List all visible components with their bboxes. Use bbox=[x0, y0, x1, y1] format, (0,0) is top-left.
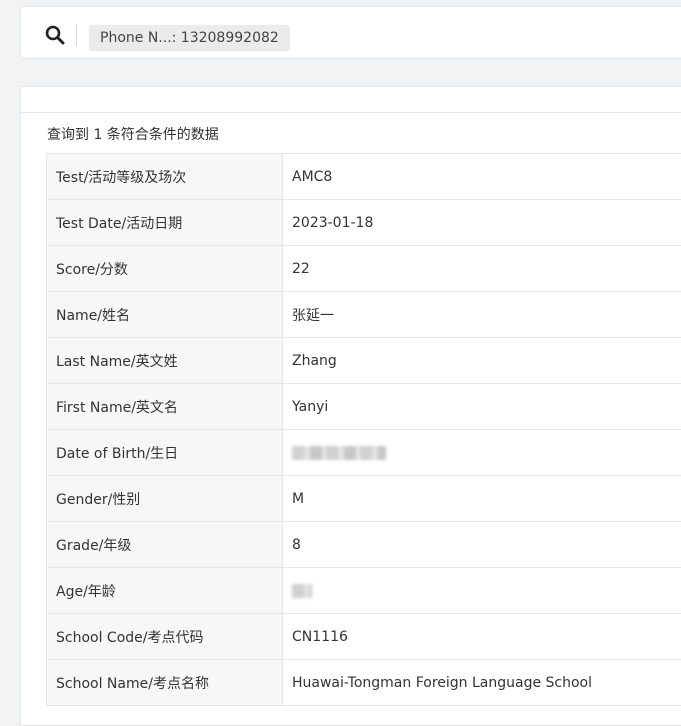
search-divider bbox=[76, 24, 77, 46]
field-value: Huawai-Tongman Foreign Language School bbox=[283, 660, 681, 706]
field-label: Name/姓名 bbox=[47, 292, 283, 338]
field-label: School Code/考点代码 bbox=[47, 614, 283, 660]
table-row: Date of Birth/生日 bbox=[47, 430, 681, 476]
table-row: First Name/英文名Yanyi bbox=[47, 384, 681, 430]
field-label: Date of Birth/生日 bbox=[47, 430, 283, 476]
panel-header bbox=[21, 87, 681, 113]
field-value: CN1116 bbox=[283, 614, 681, 660]
result-summary: 查询到 1 条符合条件的数据 bbox=[47, 124, 219, 144]
field-value: Yanyi bbox=[283, 384, 681, 430]
search-icon[interactable] bbox=[45, 25, 65, 45]
table-row: Gender/性别M bbox=[47, 476, 681, 522]
table-row: Score/分数22 bbox=[47, 246, 681, 292]
field-label: Age/年龄 bbox=[47, 568, 283, 614]
field-value: M bbox=[283, 476, 681, 522]
field-value: Zhang bbox=[283, 338, 681, 384]
field-value: 2023-01-18 bbox=[283, 200, 681, 246]
field-label: Score/分数 bbox=[47, 246, 283, 292]
field-label: School Name/考点名称 bbox=[47, 660, 283, 706]
table-row: Age/年龄 bbox=[47, 568, 681, 614]
field-value: AMC8 bbox=[283, 154, 681, 200]
table-row: Name/姓名张延一 bbox=[47, 292, 681, 338]
table-row: Test/活动等级及场次AMC8 bbox=[47, 154, 681, 200]
phone-number-filter-chip[interactable]: Phone N...: 13208992082 bbox=[89, 25, 290, 51]
blurred-redaction bbox=[292, 584, 312, 598]
field-value: 8 bbox=[283, 522, 681, 568]
redacted-value bbox=[283, 568, 681, 614]
field-value: 张延一 bbox=[283, 292, 681, 338]
field-label: First Name/英文名 bbox=[47, 384, 283, 430]
table-row: Last Name/英文姓Zhang bbox=[47, 338, 681, 384]
redacted-value bbox=[283, 430, 681, 476]
table-row: Grade/年级8 bbox=[47, 522, 681, 568]
table-row: School Code/考点代码CN1116 bbox=[47, 614, 681, 660]
search-bar: Phone N...: 13208992082 bbox=[20, 6, 681, 59]
field-label: Gender/性别 bbox=[47, 476, 283, 522]
field-label: Test/活动等级及场次 bbox=[47, 154, 283, 200]
result-detail-table: Test/活动等级及场次AMC8Test Date/活动日期2023-01-18… bbox=[46, 153, 681, 706]
field-label: Last Name/英文姓 bbox=[47, 338, 283, 384]
table-row: School Name/考点名称Huawai-Tongman Foreign L… bbox=[47, 660, 681, 706]
field-label: Grade/年级 bbox=[47, 522, 283, 568]
field-value: 22 bbox=[283, 246, 681, 292]
blurred-redaction bbox=[292, 446, 386, 460]
result-panel: 查询到 1 条符合条件的数据 Test/活动等级及场次AMC8Test Date… bbox=[20, 86, 681, 726]
table-row: Test Date/活动日期2023-01-18 bbox=[47, 200, 681, 246]
field-label: Test Date/活动日期 bbox=[47, 200, 283, 246]
